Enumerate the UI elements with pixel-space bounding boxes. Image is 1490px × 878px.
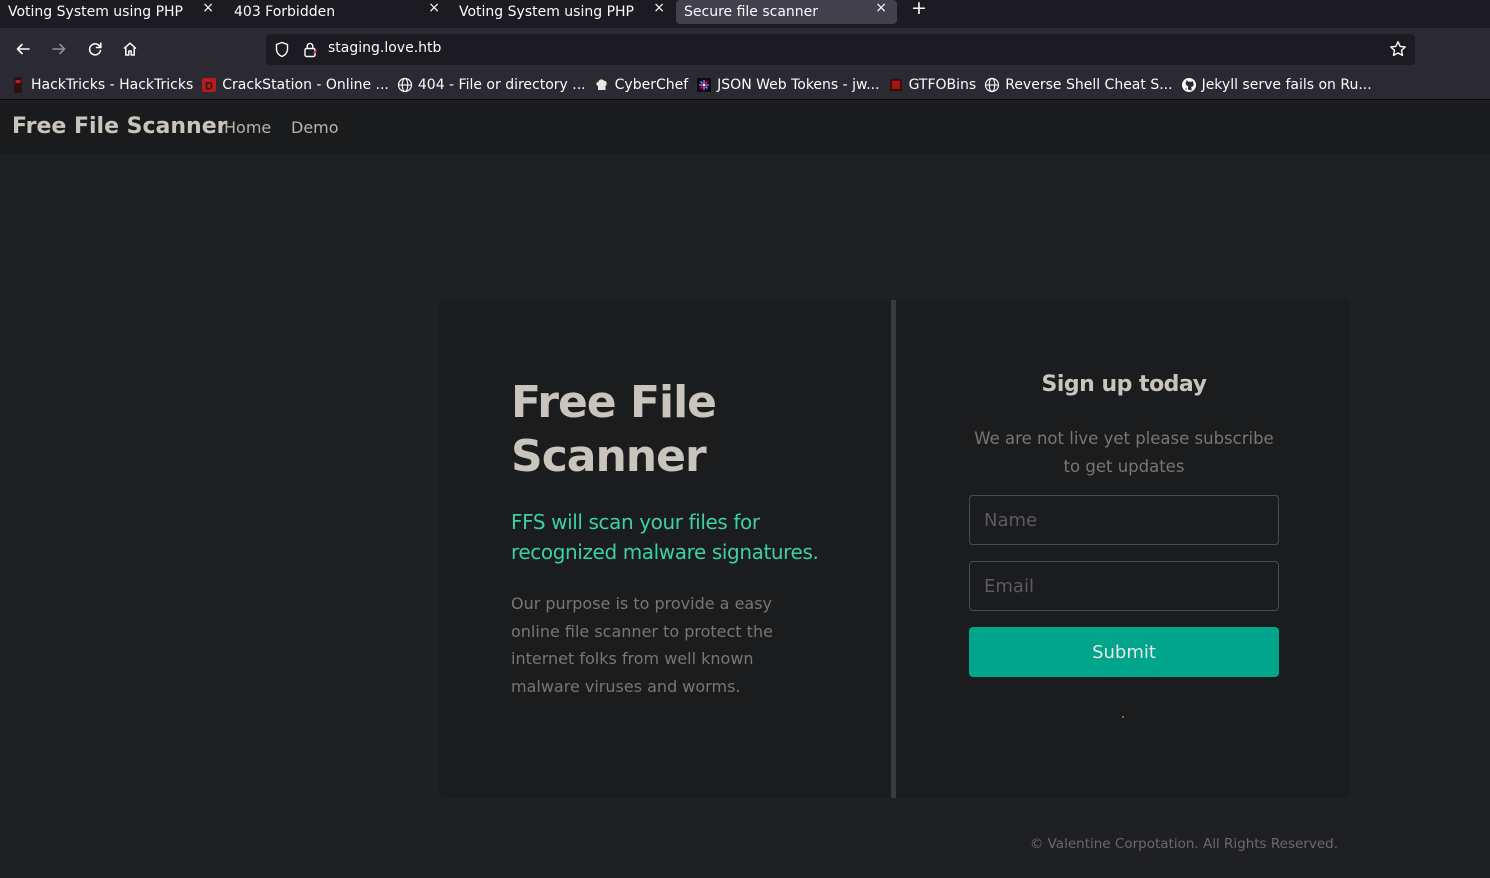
bookmark-reverse-shell[interactable]: Reverse Shell Cheat S... bbox=[984, 73, 1173, 97]
bookmark-label: GTFOBins bbox=[908, 76, 977, 93]
tab-strip: Voting System using PHP × 403 Forbidden … bbox=[0, 0, 1490, 28]
card-divider bbox=[891, 300, 896, 798]
svg-text:D: D bbox=[205, 80, 213, 92]
site-navbar: Free File Scanner Home Demo bbox=[0, 101, 1490, 154]
tab-secure-file-scanner[interactable]: Secure file scanner × bbox=[676, 0, 897, 24]
hero-subtitle: FFS will scan your files for recognized … bbox=[511, 510, 819, 564]
signup-text: We are not live yet please subscribe to … bbox=[974, 429, 1274, 476]
home-button[interactable] bbox=[118, 37, 142, 61]
bookmark-star-icon[interactable] bbox=[1389, 40, 1407, 58]
tab-voting-system-2[interactable]: Voting System using PHP × bbox=[451, 0, 675, 24]
new-tab-button[interactable]: + bbox=[908, 0, 930, 19]
bookmark-jwt[interactable]: JSON Web Tokens - jw... bbox=[696, 73, 880, 97]
bookmark-cyberchef[interactable]: CyberChef bbox=[594, 73, 689, 97]
bookmark-label: HackTricks - HackTricks bbox=[31, 76, 194, 93]
tab-voting-system-1[interactable]: Voting System using PHP × bbox=[0, 0, 224, 24]
bookmark-hacktricks[interactable]: HackTricks - HackTricks bbox=[10, 73, 193, 97]
gtfobins-icon bbox=[888, 77, 904, 93]
site-brand[interactable]: Free File Scanner bbox=[12, 114, 228, 139]
lock-icon[interactable] bbox=[302, 41, 318, 58]
hero-title: Free File Scanner bbox=[511, 377, 717, 482]
crackstation-icon: D bbox=[201, 77, 217, 93]
bookmark-label: 404 - File or directory ... bbox=[417, 76, 586, 93]
reload-icon bbox=[88, 42, 102, 56]
status-dot bbox=[1122, 716, 1124, 718]
tab-title: 403 Forbidden bbox=[234, 4, 336, 20]
chef-hat-icon bbox=[594, 77, 610, 93]
reload-button[interactable] bbox=[83, 37, 107, 61]
back-button[interactable] bbox=[11, 37, 35, 61]
forward-button[interactable] bbox=[47, 37, 71, 61]
bookmark-label: CyberChef bbox=[614, 76, 689, 93]
browser-window: Voting System using PHP × 403 Forbidden … bbox=[0, 0, 1490, 878]
bookmark-crackstation[interactable]: D CrackStation - Online ... bbox=[201, 73, 389, 97]
bookmark-label: CrackStation - Online ... bbox=[222, 76, 389, 93]
nav-link-home[interactable]: Home bbox=[224, 118, 271, 137]
url-bar[interactable]: staging.love.htb bbox=[266, 34, 1415, 65]
bookmark-jekyll[interactable]: Jekyll serve fails on Ru... bbox=[1181, 73, 1372, 97]
url-text[interactable]: staging.love.htb bbox=[328, 40, 441, 56]
bookmark-label: Reverse Shell Cheat S... bbox=[1005, 76, 1173, 93]
name-input[interactable] bbox=[969, 495, 1279, 545]
hero-description: Our purpose is to provide a easy online … bbox=[511, 594, 773, 696]
bookmark-404[interactable]: 404 - File or directory ... bbox=[397, 73, 586, 97]
globe-icon bbox=[397, 77, 413, 93]
close-tab-icon[interactable]: × bbox=[875, 0, 887, 16]
bookmark-label: Jekyll serve fails on Ru... bbox=[1201, 76, 1372, 93]
arrow-right-icon bbox=[52, 43, 66, 55]
close-tab-icon[interactable]: × bbox=[428, 0, 440, 16]
nav-link-demo[interactable]: Demo bbox=[291, 118, 339, 137]
email-input[interactable] bbox=[969, 561, 1279, 611]
footer-copyright: © Valentine Corpotation. All Rights Rese… bbox=[1029, 836, 1338, 852]
jwt-icon bbox=[696, 77, 712, 93]
github-icon bbox=[1181, 77, 1197, 93]
home-icon bbox=[123, 42, 137, 56]
tab-403-forbidden[interactable]: 403 Forbidden × bbox=[226, 0, 450, 24]
signup-title: Sign up today bbox=[1041, 372, 1207, 397]
tab-title: Voting System using PHP bbox=[8, 4, 183, 20]
shield-icon[interactable] bbox=[274, 41, 290, 58]
hacktricks-icon bbox=[10, 76, 26, 93]
close-tab-icon[interactable]: × bbox=[202, 0, 214, 16]
navigation-toolbar: staging.love.htb bbox=[0, 28, 1490, 70]
bookmarks-toolbar: HackTricks - HackTricks D CrackStation -… bbox=[0, 70, 1490, 100]
close-tab-icon[interactable]: × bbox=[653, 0, 665, 16]
tab-title: Voting System using PHP bbox=[459, 4, 634, 20]
tab-title: Secure file scanner bbox=[684, 4, 819, 20]
globe-icon bbox=[984, 77, 1000, 93]
bookmark-label: JSON Web Tokens - jw... bbox=[717, 76, 880, 93]
bookmark-gtfobins[interactable]: GTFOBins bbox=[888, 73, 977, 97]
arrow-left-icon bbox=[16, 43, 30, 55]
submit-button[interactable]: Submit bbox=[969, 627, 1279, 677]
